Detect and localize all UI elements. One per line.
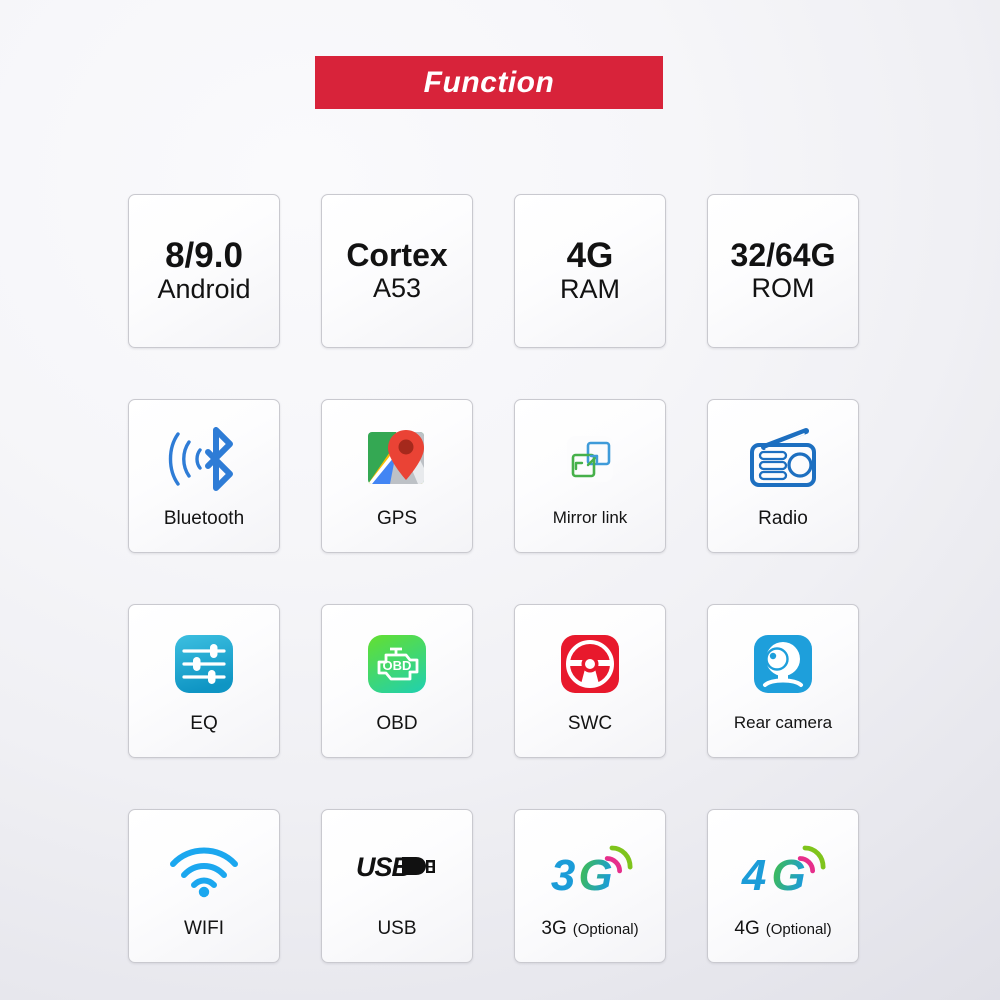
3g-label-main: 3G bbox=[541, 918, 567, 939]
page-background: Function 8/9.0 Android Cortex A53 4G RAM… bbox=[0, 0, 1000, 1000]
4g-label-optional: (Optional) bbox=[765, 921, 832, 938]
card-wifi[interactable]: WIFI bbox=[128, 809, 280, 963]
card-eq[interactable]: EQ bbox=[128, 604, 280, 758]
card-obd[interactable]: OBD OBD bbox=[321, 604, 473, 758]
card-mirrorlink[interactable]: Mirror link bbox=[514, 399, 666, 553]
rom-size: 32/64G bbox=[730, 236, 836, 273]
ram-size: 4G bbox=[566, 236, 614, 276]
signal-3g-icon: 3 G bbox=[547, 828, 633, 910]
obd-label: OBD bbox=[376, 713, 418, 734]
card-radio[interactable]: Radio bbox=[707, 399, 859, 553]
usb-label: USB bbox=[377, 918, 417, 939]
4g-label: 4G (Optional) bbox=[734, 918, 831, 940]
mirror-link-icon bbox=[547, 418, 633, 500]
wifi-icon bbox=[161, 828, 247, 910]
cpu-name: Cortex bbox=[346, 236, 448, 273]
card-rearcamera[interactable]: Rear camera bbox=[707, 604, 859, 758]
gps-label: GPS bbox=[376, 508, 418, 529]
webcam-icon bbox=[740, 623, 826, 705]
cpu-model: A53 bbox=[372, 272, 422, 303]
card-rom[interactable]: 32/64G ROM bbox=[707, 194, 859, 348]
bluetooth-icon bbox=[161, 418, 247, 500]
steering-wheel-icon bbox=[547, 623, 633, 705]
3g-label-optional: (Optional) bbox=[572, 921, 639, 938]
map-pin-icon bbox=[354, 418, 440, 500]
ram-label: RAM bbox=[560, 274, 620, 305]
card-usb[interactable]: USB USB bbox=[321, 809, 473, 963]
rom-label: ROM bbox=[751, 272, 815, 303]
card-gps[interactable]: GPS bbox=[321, 399, 473, 553]
android-label: Android bbox=[157, 274, 251, 305]
radio-icon bbox=[740, 418, 826, 500]
swc-label: SWC bbox=[567, 713, 613, 734]
equalizer-icon bbox=[161, 623, 247, 705]
rearcamera-label: Rear camera bbox=[733, 713, 833, 732]
android-version: 8/9.0 bbox=[165, 236, 243, 276]
wifi-label: WIFI bbox=[183, 918, 225, 939]
svg-text:4: 4 bbox=[741, 851, 766, 900]
bluetooth-label: Bluetooth bbox=[163, 508, 245, 529]
card-bluetooth[interactable]: Bluetooth bbox=[128, 399, 280, 553]
svg-text:3: 3 bbox=[551, 851, 575, 900]
banner-title: Function bbox=[423, 65, 555, 99]
radio-label: Radio bbox=[758, 508, 808, 529]
3g-label: 3G (Optional) bbox=[541, 918, 638, 940]
card-cortex[interactable]: Cortex A53 bbox=[321, 194, 473, 348]
card-swc[interactable]: SWC bbox=[514, 604, 666, 758]
function-banner: Function bbox=[315, 56, 663, 109]
feature-grid: 8/9.0 Android Cortex A53 4G RAM 32/64G R… bbox=[128, 194, 872, 963]
eq-label: EQ bbox=[190, 713, 218, 734]
engine-obd-icon: OBD bbox=[354, 623, 440, 705]
signal-4g-icon: 4 G bbox=[740, 828, 826, 910]
svg-text:OBD: OBD bbox=[383, 658, 412, 673]
card-4g[interactable]: 4 G 4G (Optional) bbox=[707, 809, 859, 963]
usb-icon: USB bbox=[354, 828, 440, 910]
card-3g[interactable]: 3 G 3G (Optional) bbox=[514, 809, 666, 963]
mirrorlink-label: Mirror link bbox=[552, 508, 628, 527]
card-ram[interactable]: 4G RAM bbox=[514, 194, 666, 348]
card-android[interactable]: 8/9.0 Android bbox=[128, 194, 280, 348]
4g-label-main: 4G bbox=[734, 918, 760, 939]
